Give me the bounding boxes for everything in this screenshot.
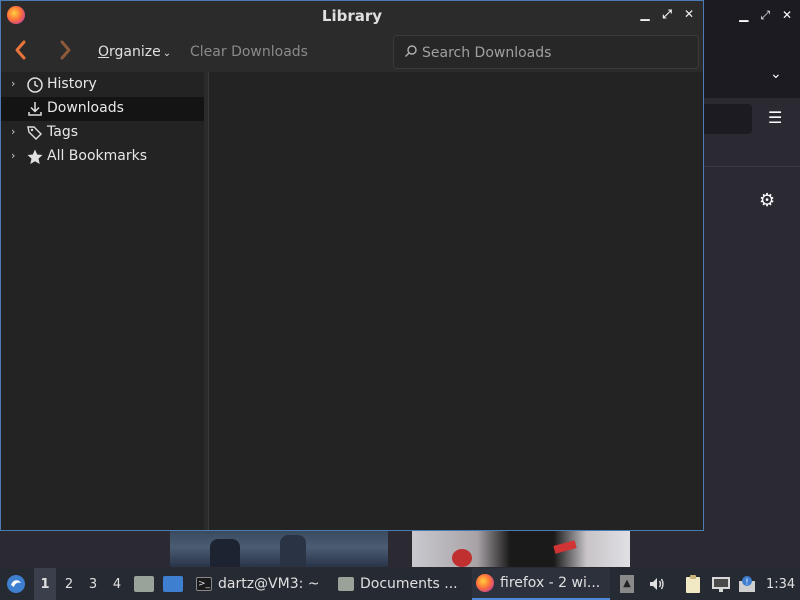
window-title: Library [321,7,383,25]
chevron-down-icon: ⌄ [162,48,172,59]
workspace-3[interactable]: 3 [82,568,104,600]
tags-icon [27,126,42,140]
svg-text:!: ! [745,578,748,587]
volume-button[interactable] [648,568,666,600]
tray-expand-button[interactable]: ▲ [620,568,634,600]
task-label: dartz@VM3: ~ [218,576,320,592]
wallpaper-thumbnail [412,531,630,567]
folder-icon [338,577,354,591]
search-input[interactable] [422,43,692,63]
library-window: Library ▁ ⤢ ✕ Organize ⌄ Clear Downloads … [0,0,704,531]
tree-item-history[interactable]: › History [1,73,204,97]
background-divider [700,166,800,167]
folder-icon [134,576,154,592]
speaker-icon [650,578,664,590]
tree-item-tags[interactable]: › Tags [1,121,204,145]
file-manager-launcher[interactable] [134,568,154,600]
task-documents[interactable]: Documents ... [334,568,464,600]
forward-button[interactable] [59,39,73,66]
chevron-left-icon [15,40,26,60]
workspace-1[interactable]: 1 [34,568,56,600]
search-icon [405,45,417,57]
list-all-tabs-icon[interactable]: ⌄ [770,66,782,82]
network-button[interactable] [711,568,731,600]
wallpaper-thumbnail [170,531,388,567]
background-window-controls[interactable]: ▁ ⤢ ✕ [739,8,792,23]
show-desktop-button[interactable] [163,568,183,600]
hamburger-menu-icon[interactable]: ☰ [768,108,782,127]
titlebar[interactable]: Library ▁ ⤢ ✕ [1,1,703,31]
task-firefox[interactable]: firefox - 2 wi... [472,568,610,600]
taskbar: 1 2 3 4 >_ dartz@VM3: ~ Documents ... fi… [0,568,800,600]
chevron-right-icon[interactable]: › [11,77,15,90]
organize-label: rganize [109,44,161,60]
maximize-icon[interactable]: ⤢ [661,7,673,22]
back-button[interactable] [13,39,27,66]
workspace-2[interactable]: 2 [58,568,80,600]
clock[interactable]: 1:34 [766,568,795,600]
clipboard-icon [686,575,700,593]
update-notifier-button[interactable]: ! [738,568,758,600]
desktop-icon [163,576,183,592]
start-menu-icon [7,575,25,593]
task-label: firefox - 2 wi... [500,575,601,591]
chevron-right-icon[interactable]: › [11,125,15,138]
window-controls: ▁ ⤢ ✕ [639,7,695,22]
start-menu-button[interactable] [6,568,26,600]
chevron-right-icon[interactable]: › [11,149,15,162]
clock-icon [27,77,43,93]
background-maximize-icon[interactable]: ⤢ [760,8,770,23]
clipboard-button[interactable] [684,568,702,600]
clear-downloads-button[interactable]: Clear Downloads [190,44,308,60]
toolbar: Organize ⌄ Clear Downloads [1,31,703,71]
tree-item-label: All Bookmarks [47,148,148,164]
workspace-4[interactable]: 4 [106,568,128,600]
background-minimize-icon[interactable]: ▁ [739,8,748,23]
tree-item-label: History [47,76,97,92]
star-icon [27,149,43,164]
minimize-icon[interactable]: ▁ [639,7,651,22]
organize-access-key: O [98,44,110,60]
downloads-list[interactable] [208,72,703,530]
background-urlbar[interactable] [700,104,752,134]
task-label: Documents ... [360,576,458,592]
background-tabstrip [700,30,800,98]
terminal-icon: >_ [196,577,212,591]
network-icon [712,577,730,592]
organize-button[interactable]: Organize ⌄ [98,44,171,60]
tree-item-label: Tags [47,124,78,140]
notification-icon: ! [739,576,755,592]
background-close-icon[interactable]: ✕ [782,8,792,23]
arrow-up-icon: ▲ [620,575,634,593]
gear-icon[interactable]: ⚙ [759,190,775,211]
search-box[interactable] [393,35,699,69]
tree-item-label: Downloads [47,100,124,116]
places-tree: › History Downloads › Tags › All Bookmar… [1,72,204,530]
tree-item-all-bookmarks[interactable]: › All Bookmarks [1,145,204,169]
tree-item-downloads[interactable]: Downloads [1,97,204,121]
download-icon [28,102,42,116]
close-icon[interactable]: ✕ [683,7,695,22]
chevron-right-icon [60,40,71,60]
firefox-icon [476,574,494,592]
task-terminal[interactable]: >_ dartz@VM3: ~ [192,568,327,600]
